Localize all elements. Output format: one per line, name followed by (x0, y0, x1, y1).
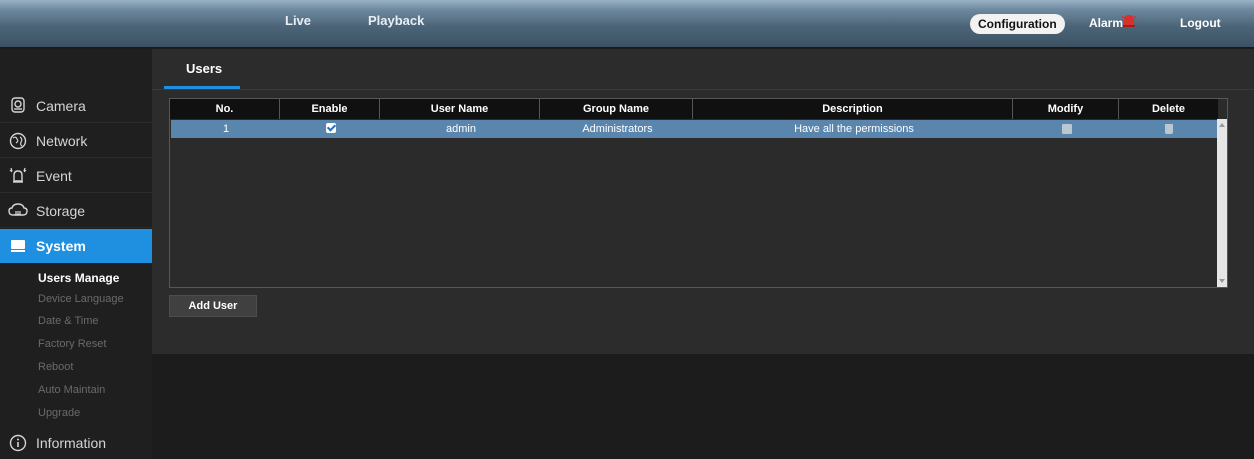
cell-delete (1120, 120, 1217, 138)
nav-alarm[interactable]: Alarm (1089, 16, 1123, 30)
system-icon (11, 240, 25, 252)
add-user-button[interactable]: Add User (169, 295, 257, 317)
sidebar-item-label: Camera (36, 98, 86, 114)
subitem-users-manage[interactable]: Users Manage (38, 271, 119, 285)
subitem-reboot[interactable]: Reboot (38, 361, 73, 373)
scroll-up-icon[interactable] (1219, 123, 1225, 127)
sidebar-item-label: Event (36, 168, 72, 184)
col-user-name: User Name (380, 99, 540, 119)
subitem-device-language[interactable]: Device Language (38, 293, 124, 305)
table-header: No. Enable User Name Group Name Descript… (170, 99, 1218, 119)
table-scrollbar[interactable] (1217, 119, 1227, 287)
cell-no: 1 (222, 123, 230, 135)
sidebar-item-label: Information (36, 435, 107, 451)
col-enable: Enable (280, 99, 380, 119)
col-modify: Modify (1013, 99, 1119, 119)
cell-modify (1014, 120, 1120, 138)
subitem-upgrade[interactable]: Upgrade (38, 407, 80, 419)
subitem-date-time[interactable]: Date & Time (38, 315, 99, 327)
nav-playback[interactable]: Playback (368, 13, 424, 28)
top-navigation-bar: Live Playback Configuration Alarm Logout (0, 0, 1254, 48)
nav-configuration[interactable]: Configuration (970, 14, 1065, 34)
storage-icon (8, 203, 28, 216)
edit-icon[interactable] (1062, 124, 1072, 134)
scroll-down-icon[interactable] (1219, 279, 1225, 283)
info-icon (9, 434, 27, 452)
sidebar: Camera Network Event Storage System User (0, 49, 160, 459)
tab-users-label: Users (186, 61, 223, 76)
nav-live[interactable]: Live (285, 13, 311, 28)
network-icon (9, 132, 27, 150)
nav-logout[interactable]: Logout (1180, 16, 1221, 30)
subitem-factory-reset[interactable]: Factory Reset (38, 338, 106, 350)
main-panel: Users No. Enable User Name Group Name De… (152, 49, 1254, 354)
cell-group-name: Administrators (582, 123, 653, 135)
sidebar-item-system[interactable]: System (0, 229, 160, 263)
alarm-siren-icon[interactable] (1121, 12, 1137, 28)
camera-icon (11, 97, 25, 113)
sidebar-item-label: Network (36, 133, 88, 149)
cell-enable (281, 120, 381, 138)
sidebar-item-storage[interactable]: Storage (0, 194, 152, 228)
enable-checkbox[interactable] (326, 123, 336, 133)
col-group-name: Group Name (540, 99, 693, 119)
trash-icon[interactable] (1164, 124, 1173, 134)
col-no: No. (170, 99, 280, 119)
col-delete: Delete (1151, 103, 1186, 115)
tab-users[interactable]: Users (164, 49, 240, 89)
event-icon (9, 167, 27, 183)
sidebar-item-camera[interactable]: Camera (0, 89, 152, 123)
cell-description: Have all the permissions (794, 123, 914, 135)
table-row[interactable]: 1 admin Administrators Have all the perm… (171, 120, 1217, 138)
sidebar-item-event[interactable]: Event (0, 159, 152, 193)
sidebar-item-network[interactable]: Network (0, 124, 152, 158)
cell-user-name: admin (446, 123, 476, 135)
sidebar-item-information[interactable]: Information (0, 426, 152, 459)
sidebar-item-label: System (36, 238, 86, 254)
users-table: No. Enable User Name Group Name Descript… (169, 98, 1228, 288)
tab-divider (152, 89, 1254, 90)
sidebar-item-label: Storage (36, 203, 86, 219)
col-description: Description (693, 99, 1013, 119)
subitem-auto-maintain[interactable]: Auto Maintain (38, 384, 105, 396)
